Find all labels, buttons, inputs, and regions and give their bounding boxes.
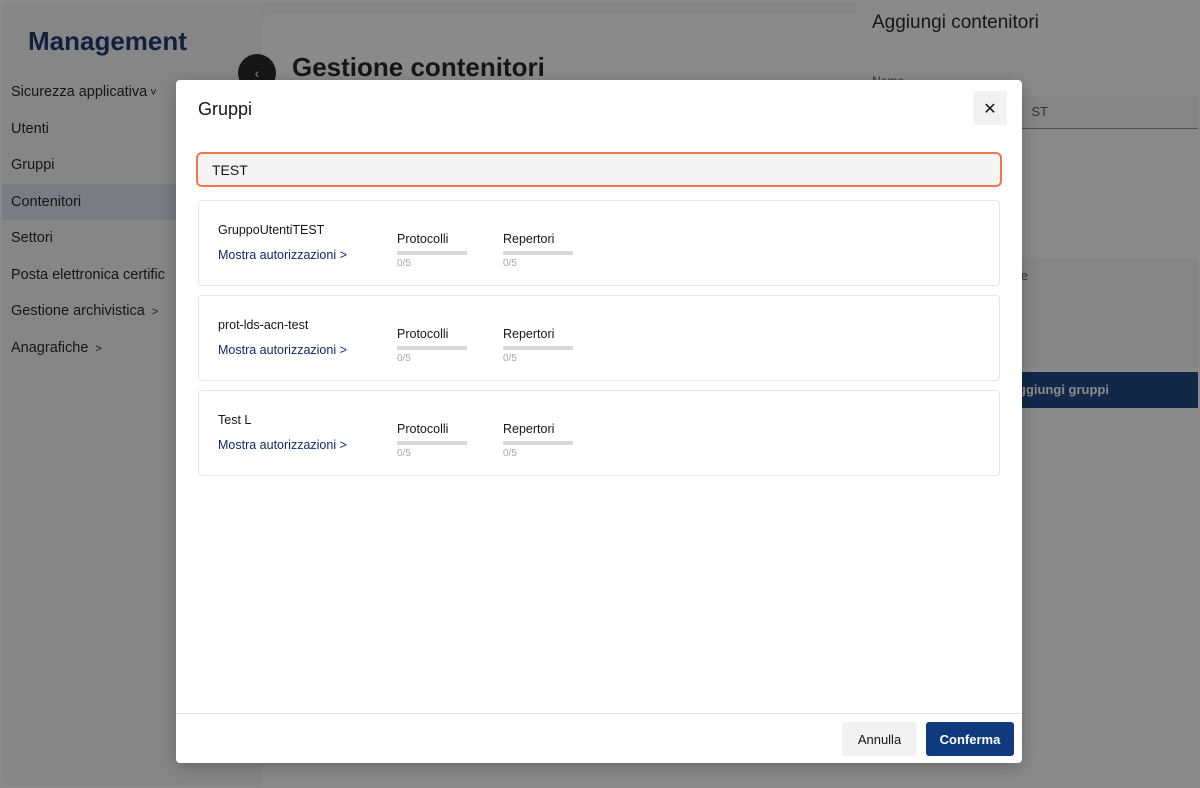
- repertori-count: 0/5: [503, 448, 517, 459]
- show-authorizations-link[interactable]: Mostra autorizzazioni >: [218, 248, 347, 262]
- repertori-label: Repertori: [503, 232, 555, 246]
- groups-modal: Gruppi ✕ GruppoUtentiTEST Mostra autoriz…: [176, 80, 1022, 763]
- repertori-progress-bar: [503, 441, 573, 445]
- protocolli-count: 0/5: [397, 353, 411, 364]
- protocolli-stat: Protocolli 0/5: [397, 422, 469, 459]
- repertori-progress-bar: [503, 251, 573, 255]
- close-icon: ✕: [983, 98, 997, 118]
- repertori-label: Repertori: [503, 422, 555, 436]
- protocolli-count: 0/5: [397, 448, 411, 459]
- protocolli-label: Protocolli: [397, 327, 449, 341]
- protocolli-label: Protocolli: [397, 232, 449, 246]
- close-button[interactable]: ✕: [973, 91, 1007, 125]
- show-authorizations-link[interactable]: Mostra autorizzazioni >: [218, 438, 347, 452]
- repertori-count: 0/5: [503, 353, 517, 364]
- protocolli-progress-bar: [397, 441, 467, 445]
- group-card[interactable]: GruppoUtentiTEST Mostra autorizzazioni >…: [198, 200, 1000, 286]
- repertori-count: 0/5: [503, 258, 517, 269]
- protocolli-label: Protocolli: [397, 422, 449, 436]
- repertori-stat: Repertori 0/5: [503, 327, 575, 364]
- confirm-button[interactable]: Conferma: [926, 722, 1014, 756]
- protocolli-progress-bar: [397, 251, 467, 255]
- group-card[interactable]: Test L Mostra autorizzazioni > Protocoll…: [198, 390, 1000, 476]
- group-name: prot-lds-acn-test: [218, 318, 309, 332]
- repertori-label: Repertori: [503, 327, 555, 341]
- protocolli-progress-bar: [397, 346, 467, 350]
- repertori-stat: Repertori 0/5: [503, 422, 575, 459]
- protocolli-stat: Protocolli 0/5: [397, 232, 469, 269]
- protocolli-stat: Protocolli 0/5: [397, 327, 469, 364]
- group-card[interactable]: prot-lds-acn-test Mostra autorizzazioni …: [198, 295, 1000, 381]
- repertori-stat: Repertori 0/5: [503, 232, 575, 269]
- group-name: GruppoUtentiTEST: [218, 223, 325, 237]
- modal-title: Gruppi: [198, 99, 253, 119]
- group-name: Test L: [218, 413, 252, 427]
- show-authorizations-link[interactable]: Mostra autorizzazioni >: [218, 343, 347, 357]
- search-field: [196, 152, 1002, 187]
- repertori-progress-bar: [503, 346, 573, 350]
- search-input[interactable]: [198, 154, 1000, 185]
- cancel-button[interactable]: Annulla: [842, 722, 917, 756]
- protocolli-count: 0/5: [397, 258, 411, 269]
- modal-footer: Annulla Conferma: [176, 713, 1022, 764]
